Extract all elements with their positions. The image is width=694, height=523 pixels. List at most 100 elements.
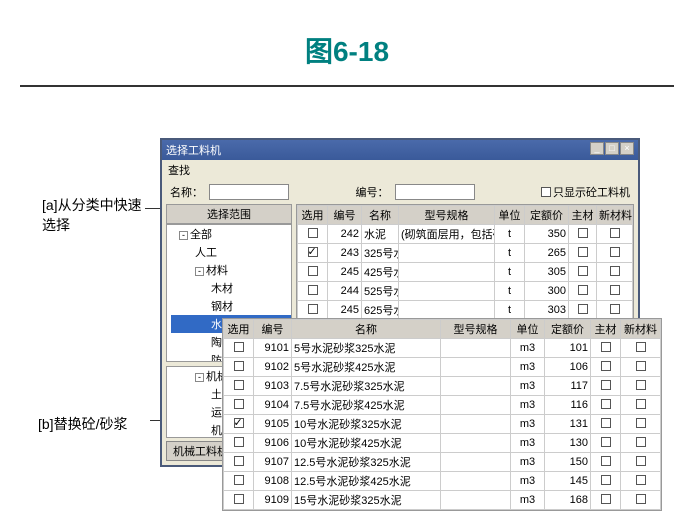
main-mat-checkbox[interactable] xyxy=(601,437,611,447)
tree-item[interactable]: -材料 xyxy=(171,261,291,279)
cell: 9104 xyxy=(254,396,292,415)
new-mat-checkbox[interactable] xyxy=(636,494,646,504)
table-row[interactable]: 244525号水泥t300 xyxy=(298,282,633,301)
col-header[interactable]: 主材 xyxy=(591,320,621,339)
main-mat-checkbox[interactable] xyxy=(601,494,611,504)
select-checkbox[interactable] xyxy=(308,247,318,257)
main-mat-checkbox[interactable] xyxy=(601,418,611,428)
name-input[interactable] xyxy=(209,184,289,200)
select-checkbox[interactable] xyxy=(234,456,244,466)
main-mat-checkbox[interactable] xyxy=(601,456,611,466)
new-mat-checkbox[interactable] xyxy=(636,399,646,409)
select-checkbox[interactable] xyxy=(234,475,244,485)
tree-item[interactable]: 钢材 xyxy=(171,297,291,315)
min-icon[interactable]: _ xyxy=(590,142,604,155)
main-mat-checkbox[interactable] xyxy=(601,380,611,390)
new-mat-checkbox[interactable] xyxy=(610,247,620,257)
col-header[interactable]: 单位 xyxy=(511,320,545,339)
title-rule xyxy=(20,85,674,87)
table-row[interactable]: 91047.5号水泥砂浆425水泥m3116 xyxy=(224,396,661,415)
select-checkbox[interactable] xyxy=(308,228,318,238)
col-header[interactable]: 新材料 xyxy=(621,320,661,339)
col-header[interactable]: 型号规格 xyxy=(399,206,495,225)
col-header[interactable]: 选用 xyxy=(298,206,328,225)
new-mat-checkbox[interactable] xyxy=(636,361,646,371)
table-row[interactable]: 91037.5号水泥砂浆325水泥m3117 xyxy=(224,377,661,396)
cell xyxy=(569,263,597,282)
new-mat-checkbox[interactable] xyxy=(636,380,646,390)
col-header[interactable]: 选用 xyxy=(224,320,254,339)
table-row[interactable]: 910510号水泥砂浆325水泥m3131 xyxy=(224,415,661,434)
new-mat-checkbox[interactable] xyxy=(636,475,646,485)
tree-item-label: 全部 xyxy=(190,229,212,241)
expand-icon[interactable]: - xyxy=(195,267,204,276)
main-mat-checkbox[interactable] xyxy=(578,247,588,257)
col-header[interactable]: 编号 xyxy=(328,206,362,225)
select-checkbox[interactable] xyxy=(234,494,244,504)
grid-bottom-panel[interactable]: 选用编号名称型号规格单位定额价主材新材料91015号水泥砂浆325水泥m3101… xyxy=(222,318,662,511)
only-checkbox[interactable] xyxy=(541,187,551,197)
new-mat-checkbox[interactable] xyxy=(610,304,620,314)
col-header[interactable]: 定额价 xyxy=(525,206,569,225)
main-mat-checkbox[interactable] xyxy=(578,285,588,295)
code-input[interactable] xyxy=(395,184,475,200)
table-row[interactable]: 910610号水泥砂浆425水泥m3130 xyxy=(224,434,661,453)
new-mat-checkbox[interactable] xyxy=(610,228,620,238)
cell xyxy=(597,282,633,301)
table-row[interactable]: 243325号水泥t265 xyxy=(298,244,633,263)
new-mat-checkbox[interactable] xyxy=(610,285,620,295)
new-mat-checkbox[interactable] xyxy=(636,418,646,428)
only-checkbox-label[interactable]: 只显示砼工料机 xyxy=(541,184,630,200)
col-header[interactable]: 编号 xyxy=(254,320,292,339)
col-header[interactable]: 新材料 xyxy=(597,206,633,225)
select-checkbox[interactable] xyxy=(308,266,318,276)
col-header[interactable]: 定额价 xyxy=(545,320,591,339)
tree-item[interactable]: -全部 xyxy=(171,225,291,243)
cell: t xyxy=(495,225,525,244)
table-row[interactable]: 245425号水泥t305 xyxy=(298,263,633,282)
main-mat-checkbox[interactable] xyxy=(601,342,611,352)
select-checkbox[interactable] xyxy=(234,399,244,409)
cell xyxy=(591,472,621,491)
page-title: 图6-18 xyxy=(0,0,694,80)
expand-icon[interactable]: - xyxy=(179,231,188,240)
table-row[interactable]: 910812.5号水泥砂浆425水泥m3145 xyxy=(224,472,661,491)
cell xyxy=(441,377,511,396)
main-mat-checkbox[interactable] xyxy=(601,361,611,371)
only-text: 只显示砼工料机 xyxy=(553,184,630,200)
col-header[interactable]: 型号规格 xyxy=(441,320,511,339)
table-row[interactable]: 91025号水泥砂浆425水泥m3106 xyxy=(224,358,661,377)
select-checkbox[interactable] xyxy=(234,418,244,428)
table-row[interactable]: 910915号水泥砂浆325水泥m3168 xyxy=(224,491,661,510)
select-checkbox[interactable] xyxy=(234,380,244,390)
new-mat-checkbox[interactable] xyxy=(636,342,646,352)
select-checkbox[interactable] xyxy=(234,361,244,371)
select-checkbox[interactable] xyxy=(234,437,244,447)
tree-item[interactable]: 木材 xyxy=(171,279,291,297)
col-header[interactable]: 名称 xyxy=(292,320,441,339)
select-checkbox[interactable] xyxy=(308,285,318,295)
table-row[interactable]: 242水泥(砌筑面层用，包括砂)t350 xyxy=(298,225,633,244)
cell: 305 xyxy=(525,263,569,282)
close-icon[interactable]: × xyxy=(620,142,634,155)
select-checkbox[interactable] xyxy=(234,342,244,352)
table-row[interactable]: 910712.5号水泥砂浆325水泥m3150 xyxy=(224,453,661,472)
main-mat-checkbox[interactable] xyxy=(601,399,611,409)
table-row[interactable]: 245625号水泥t303 xyxy=(298,301,633,320)
table-row[interactable]: 91015号水泥砂浆325水泥m3101 xyxy=(224,339,661,358)
new-mat-checkbox[interactable] xyxy=(636,437,646,447)
main-mat-checkbox[interactable] xyxy=(578,266,588,276)
col-header[interactable]: 主材 xyxy=(569,206,597,225)
new-mat-checkbox[interactable] xyxy=(610,266,620,276)
col-header[interactable]: 名称 xyxy=(362,206,399,225)
col-header[interactable]: 单位 xyxy=(495,206,525,225)
main-mat-checkbox[interactable] xyxy=(578,304,588,314)
cell: m3 xyxy=(511,339,545,358)
max-icon[interactable]: □ xyxy=(605,142,619,155)
expand-icon[interactable]: - xyxy=(195,373,204,382)
main-mat-checkbox[interactable] xyxy=(601,475,611,485)
main-mat-checkbox[interactable] xyxy=(578,228,588,238)
tree-item[interactable]: 人工 xyxy=(171,243,291,261)
select-checkbox[interactable] xyxy=(308,304,318,314)
new-mat-checkbox[interactable] xyxy=(636,456,646,466)
